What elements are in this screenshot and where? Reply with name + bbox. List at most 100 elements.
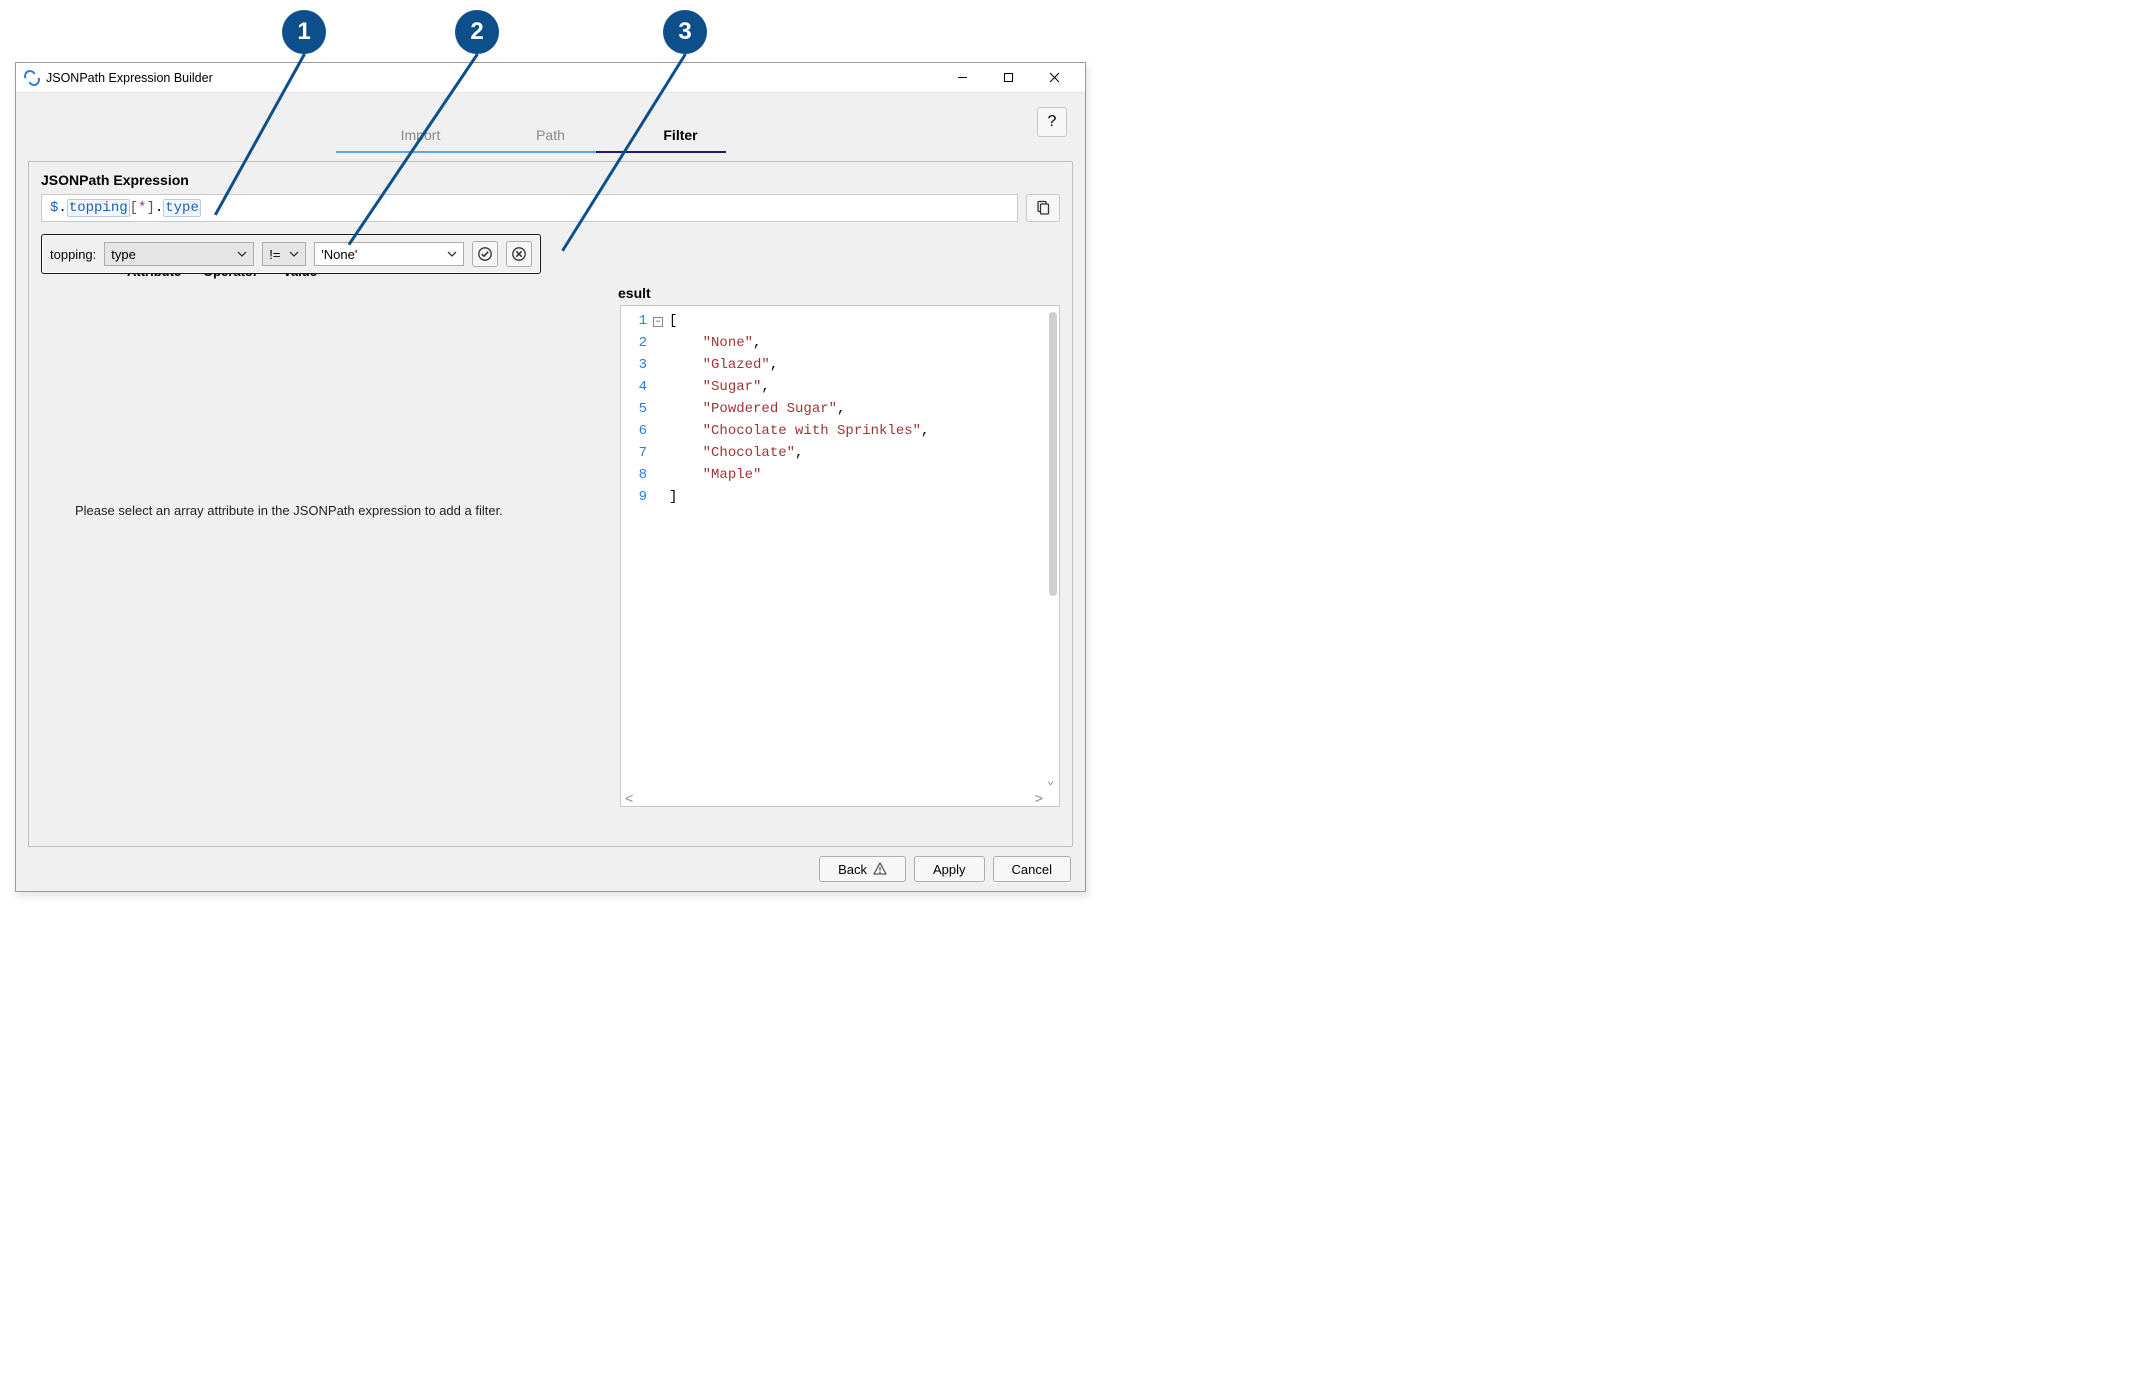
- maximize-button[interactable]: [985, 63, 1031, 93]
- dialog-body: Import Path Filter ? JSONPath Expression…: [16, 93, 1085, 891]
- operator-value: !=: [269, 247, 280, 262]
- callout-1: 1: [282, 10, 326, 54]
- token-lbracket: [: [130, 200, 138, 216]
- dialog-footer: Back Apply Cancel: [16, 847, 1085, 891]
- expression-section-title: JSONPath Expression: [41, 172, 1060, 188]
- popup-label: topping:: [50, 247, 96, 262]
- scroll-thumb[interactable]: [1049, 312, 1057, 596]
- json-value: "Glazed": [703, 357, 770, 373]
- x-circle-icon: [511, 246, 527, 262]
- value-dropdown[interactable]: 'None': [314, 242, 464, 266]
- lineno: 4: [621, 376, 647, 398]
- json-open-bracket: [: [669, 313, 677, 329]
- left-pane: Please select an array attribute in the …: [41, 285, 612, 807]
- callout-2: 2: [455, 10, 499, 54]
- comma: ,: [921, 423, 929, 439]
- tab-path-label: Path: [536, 127, 565, 143]
- window-controls: [939, 63, 1077, 93]
- lineno: 8: [621, 464, 647, 486]
- token-rbracket: ]: [146, 200, 154, 216]
- lineno: 7: [621, 442, 647, 464]
- minimize-icon: [957, 72, 968, 83]
- operator-dropdown[interactable]: !=: [262, 242, 306, 266]
- token-dot1: .: [58, 200, 66, 216]
- tab-path[interactable]: Path: [486, 115, 616, 153]
- checkmark-circle-icon: [477, 246, 493, 262]
- expression-input[interactable]: $.topping[*].type: [41, 194, 1018, 222]
- warning-icon: [873, 862, 887, 876]
- callout-3-num: 3: [678, 18, 691, 46]
- lineno: 1: [621, 310, 647, 332]
- lineno: 2: [621, 332, 647, 354]
- help-button[interactable]: ?: [1037, 107, 1067, 137]
- right-pane: esult 1 2 3 4 5 6 7 8 9: [620, 285, 1060, 807]
- fold-toggle-icon[interactable]: −: [653, 317, 663, 327]
- expression-row: $.topping[*].type: [41, 194, 1060, 222]
- json-value: "Sugar": [703, 379, 762, 395]
- tab-row: Import Path Filter ?: [16, 93, 1085, 153]
- json-value: "Maple": [703, 467, 762, 483]
- app-icon: [24, 70, 40, 86]
- cancel-label: Cancel: [1012, 862, 1052, 877]
- json-close-bracket: ]: [669, 489, 677, 505]
- maximize-icon: [1003, 72, 1014, 83]
- token-topping[interactable]: topping: [67, 199, 130, 217]
- main-panel: JSONPath Expression $.topping[*].type to…: [28, 161, 1073, 847]
- scroll-right-icon[interactable]: >: [1035, 792, 1043, 804]
- chevron-down-icon: [289, 247, 299, 262]
- split-panes: Please select an array attribute in the …: [41, 285, 1060, 807]
- copy-button[interactable]: [1026, 194, 1060, 222]
- confirm-filter-button[interactable]: [472, 241, 498, 267]
- cancel-filter-button[interactable]: [506, 241, 532, 267]
- vertical-scrollbar[interactable]: ⌄: [1049, 312, 1057, 786]
- back-button[interactable]: Back: [819, 856, 906, 882]
- filter-hint: Please select an array attribute in the …: [75, 503, 503, 518]
- copy-icon: [1035, 200, 1051, 216]
- apply-button[interactable]: Apply: [914, 856, 985, 882]
- lineno: 9: [621, 486, 647, 508]
- callout-1-num: 1: [297, 18, 310, 46]
- titlebar[interactable]: JSONPath Expression Builder: [16, 63, 1085, 93]
- attribute-value: type: [111, 247, 136, 262]
- result-code-box[interactable]: 1 2 3 4 5 6 7 8 9 −: [620, 305, 1060, 807]
- tab-underline-import: [336, 151, 466, 153]
- fold-column: −: [653, 306, 667, 806]
- json-value: "None": [703, 335, 753, 351]
- code-content: [ "None", "Glazed", "Sugar", "Powdered S…: [667, 306, 1059, 806]
- json-value: "Chocolate with Sprinkles": [703, 423, 921, 439]
- close-button[interactable]: [1031, 63, 1077, 93]
- attribute-dropdown[interactable]: type: [104, 242, 254, 266]
- scroll-left-icon[interactable]: <: [625, 792, 633, 804]
- tab-filter-label: Filter: [663, 127, 697, 143]
- json-value: "Powdered Sugar": [703, 401, 837, 417]
- chevron-down-icon: [447, 247, 457, 262]
- apply-label: Apply: [933, 862, 966, 877]
- lineno: 5: [621, 398, 647, 420]
- scroll-down-icon[interactable]: ⌄: [1047, 773, 1054, 788]
- cancel-button[interactable]: Cancel: [993, 856, 1071, 882]
- help-icon: ?: [1048, 113, 1057, 131]
- callout-3: 3: [663, 10, 707, 54]
- line-gutter: 1 2 3 4 5 6 7 8 9: [621, 306, 653, 806]
- token-dot2: .: [155, 200, 163, 216]
- value-text: 'None': [321, 247, 357, 262]
- chevron-down-icon: [237, 247, 247, 262]
- window-title: JSONPath Expression Builder: [46, 71, 213, 85]
- comma: ,: [753, 335, 761, 351]
- minimize-button[interactable]: [939, 63, 985, 93]
- comma: ,: [761, 379, 769, 395]
- lineno: 3: [621, 354, 647, 376]
- lineno: 6: [621, 420, 647, 442]
- tab-underline-path: [466, 151, 596, 153]
- comma: ,: [770, 357, 778, 373]
- token-type[interactable]: type: [163, 199, 201, 217]
- back-label: Back: [838, 862, 867, 877]
- comma: ,: [795, 445, 803, 461]
- horizontal-scrollbar[interactable]: < >: [625, 792, 1043, 804]
- dialog-window: JSONPath Expression Builder Import Path …: [15, 62, 1086, 892]
- callout-2-num: 2: [470, 18, 483, 46]
- tab-underline-filter: [596, 151, 726, 154]
- comma: ,: [837, 401, 845, 417]
- filter-popup: topping: type != 'None': [41, 234, 541, 274]
- json-value: "Chocolate": [703, 445, 795, 461]
